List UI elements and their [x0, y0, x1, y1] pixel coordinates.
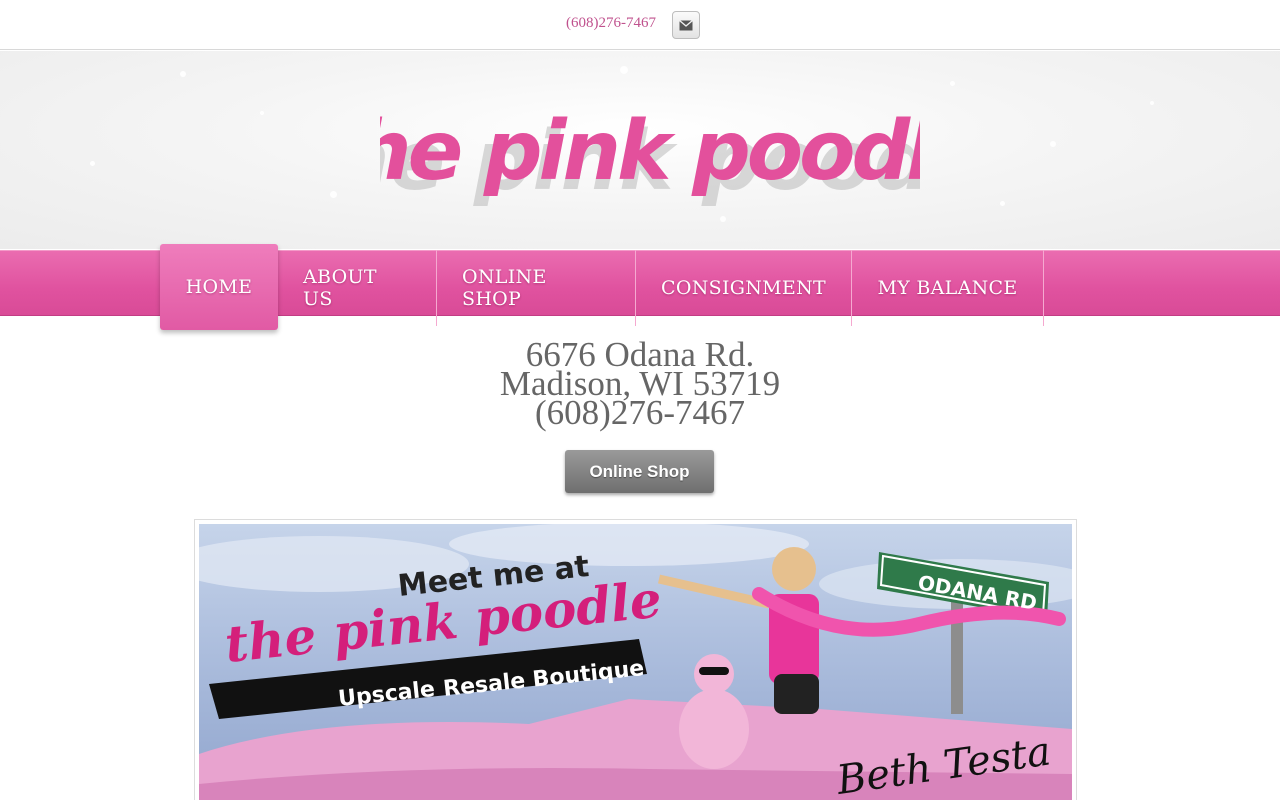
online-shop-button[interactable]: Online Shop — [565, 450, 714, 493]
site-header: the pink poodle the pink poodle — [0, 51, 1280, 249]
top-contact-bar: (608)276-7467 — [0, 0, 1280, 50]
nav-item-about-us[interactable]: ABOUT US — [278, 250, 437, 326]
envelope-icon — [679, 16, 693, 35]
banner-image: Meet me at the pink poodle Upscale Resal… — [199, 524, 1072, 800]
logo-text: the pink poodle — [380, 104, 920, 199]
top-phone-link[interactable]: (608)276-7467 — [566, 15, 656, 32]
email-button[interactable] — [672, 11, 700, 39]
banner-image-frame: Meet me at the pink poodle Upscale Resal… — [194, 519, 1077, 800]
nav-item-online-shop[interactable]: ONLINE SHOP — [437, 250, 636, 326]
store-address: 6676 Odana Rd. Madison, WI 53719 (608)27… — [0, 337, 1280, 432]
site-logo[interactable]: the pink poodle the pink poodle — [380, 81, 920, 221]
nav-item-my-balance[interactable]: MY BALANCE — [852, 250, 1044, 326]
main-nav: HOME ABOUT US ONLINE SHOP CONSIGNMENT MY… — [160, 244, 1044, 330]
address-phone: (608)276-7467 — [535, 393, 745, 432]
nav-item-consignment[interactable]: CONSIGNMENT — [636, 250, 852, 326]
nav-item-home[interactable]: HOME — [160, 244, 278, 330]
